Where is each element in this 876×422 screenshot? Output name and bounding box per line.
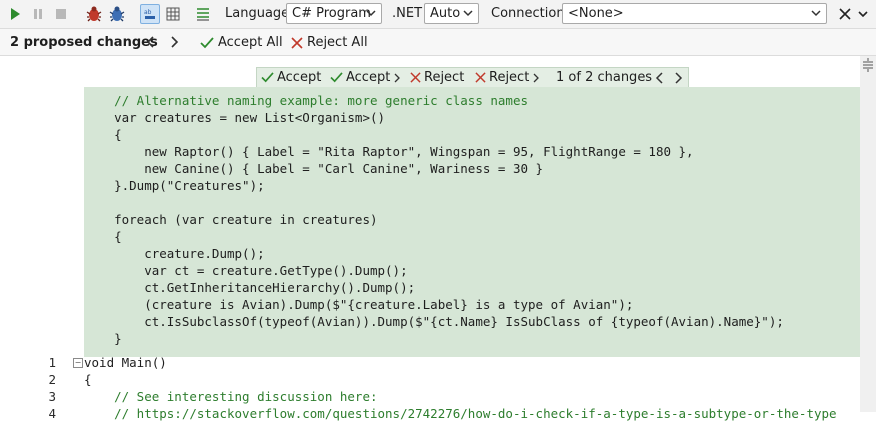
x-icon	[410, 72, 421, 83]
run-icon[interactable]	[5, 4, 25, 24]
grid-results-icon[interactable]	[163, 4, 183, 24]
line-number: 4	[48, 406, 56, 421]
language-select[interactable]: C# Program	[286, 3, 382, 24]
chevron-down-icon	[811, 10, 821, 17]
language-label: Language	[225, 6, 290, 21]
accept-all-button[interactable]: Accept All	[200, 35, 283, 50]
previous-change-icon[interactable]	[655, 72, 665, 84]
accept-and-next-label: Accept	[346, 70, 391, 85]
reject-all-label: Reject All	[307, 35, 368, 50]
chevron-down-icon	[463, 10, 473, 17]
proposed-code-line: // Alternative naming example: more gene…	[84, 93, 529, 108]
x-icon	[475, 72, 486, 83]
accept-all-label: Accept All	[218, 35, 283, 50]
proposed-code-line: creature.Dump();	[84, 246, 265, 261]
chevron-right-icon	[394, 73, 401, 82]
code-line: {	[84, 372, 92, 387]
net-label: .NET	[392, 6, 423, 21]
main-toolbar: ab Language C# Program .NET Auto Connect…	[0, 0, 876, 28]
connection-select-value: <None>	[568, 6, 624, 21]
line-number: 2	[48, 372, 56, 387]
proposed-code-line: {	[84, 127, 122, 142]
proposed-code-line: var creatures = new List<Organism>()	[84, 110, 386, 125]
proposed-code-line: new Raptor() { Label = "Rita Raptor", Wi…	[84, 144, 694, 159]
accept-and-next-button[interactable]: Accept	[330, 70, 401, 85]
proposed-code: // Alternative naming example: more gene…	[84, 92, 784, 347]
proposed-code-line: ct.GetInheritanceHierarchy().Dump();	[84, 280, 416, 295]
connection-label: Connection	[491, 6, 565, 21]
proposed-code-line	[84, 194, 784, 211]
next-change-icon[interactable]	[167, 35, 181, 49]
net-select[interactable]: Auto	[424, 3, 479, 24]
proposed-code-line: ct.IsSubclassOf(typeof(Avian)).Dump($"{c…	[84, 314, 784, 329]
next-change-icon[interactable]	[673, 72, 683, 84]
line-number: 3	[48, 389, 56, 404]
change-counter: 1 of 2 changes	[556, 70, 653, 85]
proposed-code-line: }	[84, 331, 122, 346]
check-icon	[261, 72, 274, 83]
debug-bug-icon[interactable]	[84, 4, 104, 24]
proposed-changes-count: 2 proposed changes	[10, 35, 158, 50]
proposed-code-line: foreach (var creature in creatures)	[84, 212, 378, 227]
code-editor[interactable]: Accept Accept Reject Reject 1 of 2 chang…	[0, 56, 876, 421]
check-icon	[200, 36, 214, 48]
reject-change-label: Reject	[424, 70, 465, 85]
chevron-right-icon	[533, 73, 540, 82]
pause-icon[interactable]	[28, 4, 48, 24]
svg-text:ab: ab	[144, 9, 152, 16]
x-icon	[291, 36, 303, 49]
net-select-value: Auto	[430, 6, 461, 21]
previous-change-icon[interactable]	[144, 35, 158, 49]
inline-change-bar: Accept Accept Reject Reject 1 of 2 chang…	[256, 67, 689, 88]
proposed-code-line: new Canine() { Label = "Carl Canine", Wa…	[84, 161, 544, 176]
code-line: // See interesting discussion here:	[84, 389, 378, 404]
proposed-code-block[interactable]: // Alternative naming example: more gene…	[84, 87, 860, 357]
language-select-value: C# Program	[292, 6, 371, 21]
proposed-changes-bar: 2 proposed changes Accept All Reject All	[0, 28, 876, 56]
debug-bug-alt-icon[interactable]	[107, 4, 127, 24]
proposed-code-line: (creature is Avian).Dump($"{creature.Lab…	[84, 297, 634, 312]
check-icon	[330, 72, 343, 83]
proposed-code-line: {	[84, 229, 122, 244]
reject-and-next-label: Reject	[489, 70, 530, 85]
outline-icon[interactable]	[193, 4, 213, 24]
stop-icon[interactable]	[51, 4, 71, 24]
collapse-icon[interactable]	[853, 4, 873, 24]
reject-all-button[interactable]: Reject All	[291, 35, 368, 50]
fold-toggle-icon[interactable]: −	[73, 358, 83, 368]
close-icon[interactable]	[835, 4, 855, 24]
chevron-down-icon	[366, 10, 376, 17]
code-line: void Main()	[84, 355, 167, 370]
accept-change-button[interactable]: Accept	[261, 70, 321, 85]
split-editor-icon[interactable]	[861, 58, 875, 72]
connection-select[interactable]: <None>	[562, 3, 827, 24]
proposed-code-line: var ct = creature.GetType().Dump();	[84, 263, 408, 278]
line-number: 1	[48, 355, 56, 370]
text-results-icon[interactable]: ab	[140, 4, 160, 24]
reject-change-button[interactable]: Reject	[410, 70, 464, 85]
code-line: // https://stackoverflow.com/questions/2…	[84, 406, 837, 421]
proposed-code-line: }.Dump("Creatures");	[84, 178, 265, 193]
accept-change-label: Accept	[277, 70, 322, 85]
reject-and-next-button[interactable]: Reject	[475, 70, 540, 85]
vertical-scrollbar[interactable]	[860, 56, 876, 412]
